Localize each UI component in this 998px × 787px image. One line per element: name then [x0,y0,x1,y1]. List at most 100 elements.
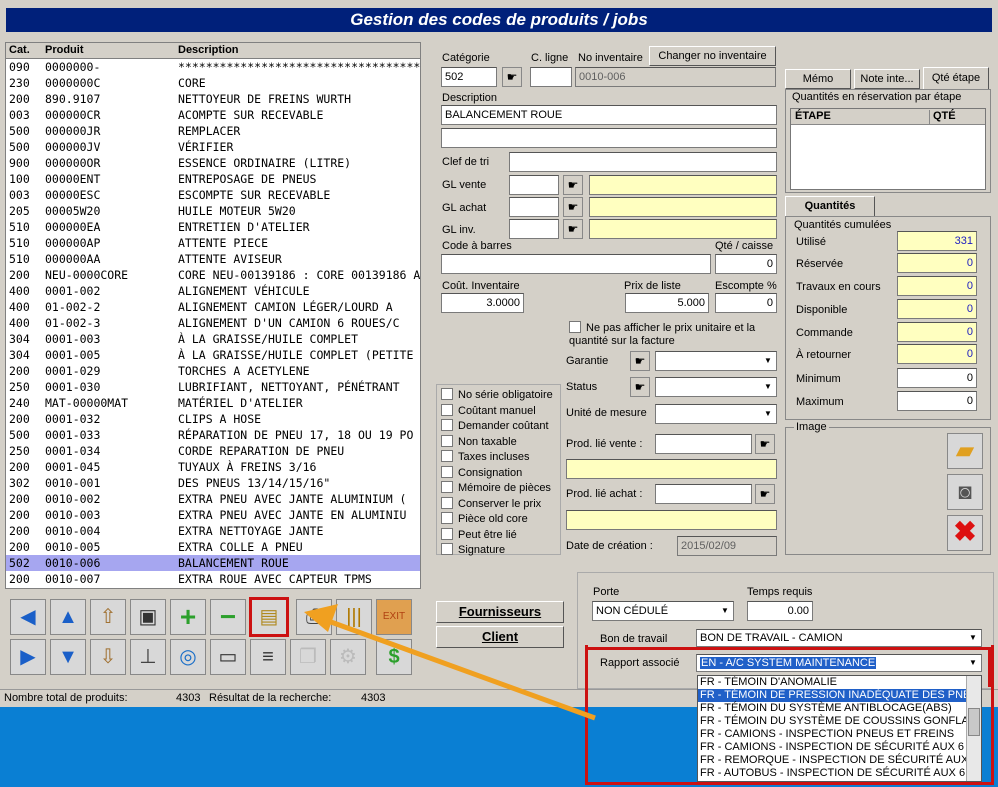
table-row[interactable]: 230 0000000C CORE [6,75,420,91]
scroll-thumb[interactable] [968,708,980,736]
add-button[interactable]: + [170,599,206,635]
glachat-lookup-icon[interactable]: ☛ [563,197,583,217]
codebarres-input[interactable] [441,254,711,274]
rapport-dropdown-list[interactable]: FR - TÉMOIN D'ANOMALIE FR - TÉMOIN DE PRE… [697,675,982,782]
unite-select[interactable]: ▼ [655,404,777,424]
dropdown-option[interactable]: FR - REMORQUE - INSPECTION DE SÉCURITÉ A… [698,754,981,767]
option-checkbox[interactable]: Pièce old core [441,512,528,525]
table-row[interactable]: 003 00000ESC ESCOMPTE SUR RECEVABLE [6,187,420,203]
table-row[interactable]: 200 0010-005 EXTRA COLLE A PNEU [6,539,420,555]
monitor-icon[interactable]: ▭ [210,639,246,675]
table-row[interactable]: 510 000000AP ATTENTE PIECE [6,235,420,251]
save-button[interactable]: ▤ [249,597,289,637]
header-cat[interactable]: Cat. [9,44,45,56]
table-row[interactable]: 400 01-002-3 ALIGNEMENT D'UN CAMION 6 ROUE… [6,315,420,331]
table-row[interactable]: 200 890.9107 NETTOYEUR DE FREINS WURTH [6,91,420,107]
tab-quantites[interactable]: Quantités [785,196,875,216]
table-row[interactable]: 400 01-002-2 ALIGNEMENT CAMION LÉGER/LOURD… [6,299,420,315]
dropdown-option[interactable]: FR - TÉMOIN DU SYSTÈME ANTIBLOCAGE(ABS) [698,702,981,715]
option-checkbox[interactable]: Demander coûtant [441,419,549,432]
option-checkbox[interactable]: Mémoire de pièces [441,481,551,494]
glvente-input[interactable] [509,175,559,195]
table-row[interactable]: 200 0010-002 EXTRA PNEU AVEC JANTE ALUMINI… [6,491,420,507]
categorie-input[interactable]: 502 [441,67,497,87]
option-checkbox[interactable]: Coûtant manuel [441,403,536,417]
prodvente-lookup-icon[interactable]: ☛ [755,434,775,454]
stamp-icon[interactable]: ⊥ [130,639,166,675]
table-row[interactable]: 502 0010-006 BALANCEMENT ROUE [6,555,420,571]
prodvente-input[interactable] [655,434,752,454]
table-row[interactable]: 500 000000JV VÉRIFIER [6,139,420,155]
quantite-value[interactable]: 0 [897,391,977,411]
dropdown-option[interactable]: FR - AUTOBUS - INSPECTION DE SÉCURITÉ AU… [698,767,981,780]
table-row[interactable]: 200 NEU-0000CORE CORE NEU-00139186 : CORE … [6,267,420,283]
previous-button[interactable]: ▲ [50,599,86,635]
dropdown-option[interactable]: FR - TÉMOIN DE PRESSION INADÉQUATE DES P… [698,689,981,702]
next-button[interactable]: ▼ [50,639,86,675]
reservation-table[interactable]: ÉTAPE QTÉ [790,108,986,190]
dropdown-option[interactable]: FR - CAMIONS - INSPECTION PNEUS ET FREIN… [698,728,981,741]
table-row[interactable]: 003 000000CR ACOMPTE SUR RECEVABLE [6,107,420,123]
camera-icon[interactable]: ◙ [947,474,983,510]
open-folder-icon[interactable]: ▰ [947,433,983,469]
table-row[interactable]: 200 0010-007 EXTRA ROUE AVEC CAPTEUR TPMS [6,571,420,587]
option-checkbox[interactable]: Conserver le prix [441,496,541,510]
delete-image-icon[interactable]: ✖ [947,515,983,551]
garantie-lookup-icon[interactable]: ☛ [630,351,650,371]
table-row[interactable]: 240 MAT-00000MAT MATÉRIEL D'ATELIER [6,395,420,411]
tab-note[interactable]: Note inte... [854,69,920,89]
table-row[interactable]: 250 0001-030 LUBRIFIANT, NETTOYANT, PÉNÉTR… [6,379,420,395]
categorie-lookup-icon[interactable]: ☛ [502,67,522,87]
remove-button[interactable]: − [210,599,246,635]
table-row[interactable]: 200 0001-045 TUYAUX À FREINS 3/16 [6,459,420,475]
table-row[interactable]: 400 0001-002 ALIGNEMENT VÉHICULE [6,283,420,299]
option-checkbox[interactable]: Taxes incluses [441,450,530,463]
description-input[interactable]: BALANCEMENT ROUE [441,105,777,125]
porte-select[interactable]: NON CÉDULÉ [592,601,734,621]
option-checkbox[interactable]: Non taxable [441,434,517,448]
cout-input[interactable]: 3.0000 [441,293,524,313]
table-row[interactable]: 200 0001-029 TORCHES A ACETYLENE [6,363,420,379]
document-icon[interactable]: ≡ [250,639,286,675]
tab-qte-etape[interactable]: Qté étape [923,67,989,89]
search-icon[interactable]: ◎ [170,639,206,675]
table-row[interactable]: 500 0001-033 RÉPARATION DE PNEU 17, 18 OU … [6,427,420,443]
header-description[interactable]: Description [178,44,420,56]
status-lookup-icon[interactable]: ☛ [630,377,650,397]
glinv-lookup-icon[interactable]: ☛ [563,219,583,239]
escompte-input[interactable]: 0 [715,293,777,313]
clef-input[interactable] [509,152,777,172]
option-checkbox[interactable]: No série obligatoire [441,388,553,401]
cligne-input[interactable] [530,67,572,87]
quantite-value[interactable]: 0 [897,368,977,388]
change-inventory-button[interactable]: Changer no inventaire [649,46,776,66]
dropdown-scrollbar[interactable] [966,676,981,781]
table-row[interactable]: 304 0001-003 À LA GRAISSE/HUILE COMPLET [6,331,420,347]
table-row[interactable]: 205 00005W20 HUILE MOTEUR 5W20 [6,203,420,219]
table-row[interactable]: 500 000000JR REMPLACER [6,123,420,139]
table-row[interactable]: 250 0001-034 CORDE REPARATION DE PNEU [6,443,420,459]
table-row[interactable]: 200 0010-004 EXTRA NETTOYAGE JANTE [6,523,420,539]
dropdown-option[interactable]: FR - TÉMOIN D'ANOMALIE [698,676,981,689]
first-record-button[interactable]: ◀ [10,599,46,635]
table-row[interactable]: 100 00000ENT ENTREPOSAGE DE PNEUS [6,171,420,187]
table-row[interactable]: 302 0010-001 DES PNEUS 13/14/15/16" [6,475,420,491]
table-row[interactable]: 510 000000AA ATTENTE AVISEUR [6,251,420,267]
table-row[interactable]: 200 0010-003 EXTRA PNEU AVEC JANTE EN ALUM… [6,507,420,523]
tab-memo[interactable]: Mémo [785,69,851,89]
status-select[interactable]: ▼ [655,377,777,397]
qtecaisse-input[interactable]: 0 [715,254,777,274]
hide-price-checkbox[interactable]: Ne pas afficher le prix unitaire et la q… [569,321,769,348]
table-row[interactable]: 200 0001-032 CLIPS A HOSE [6,411,420,427]
last-record-button[interactable]: ▶ [10,639,46,675]
prix-input[interactable]: 5.000 [625,293,709,313]
table-row[interactable]: 090 0000000- *****************************… [6,59,420,75]
glvente-lookup-icon[interactable]: ☛ [563,175,583,195]
temps-input[interactable]: 0.00 [747,601,813,621]
dropdown-option[interactable]: FR - CAMIONS - INSPECTION DE SÉCURITÉ AU… [698,741,981,754]
move-up-button[interactable]: ⇧ [90,599,126,635]
header-produit[interactable]: Produit [45,44,178,56]
product-table[interactable]: Cat. Produit Description 090 0000000- ****… [5,42,421,589]
briefcase-icon[interactable]: ▣ [130,599,166,635]
glinv-input[interactable] [509,219,559,239]
